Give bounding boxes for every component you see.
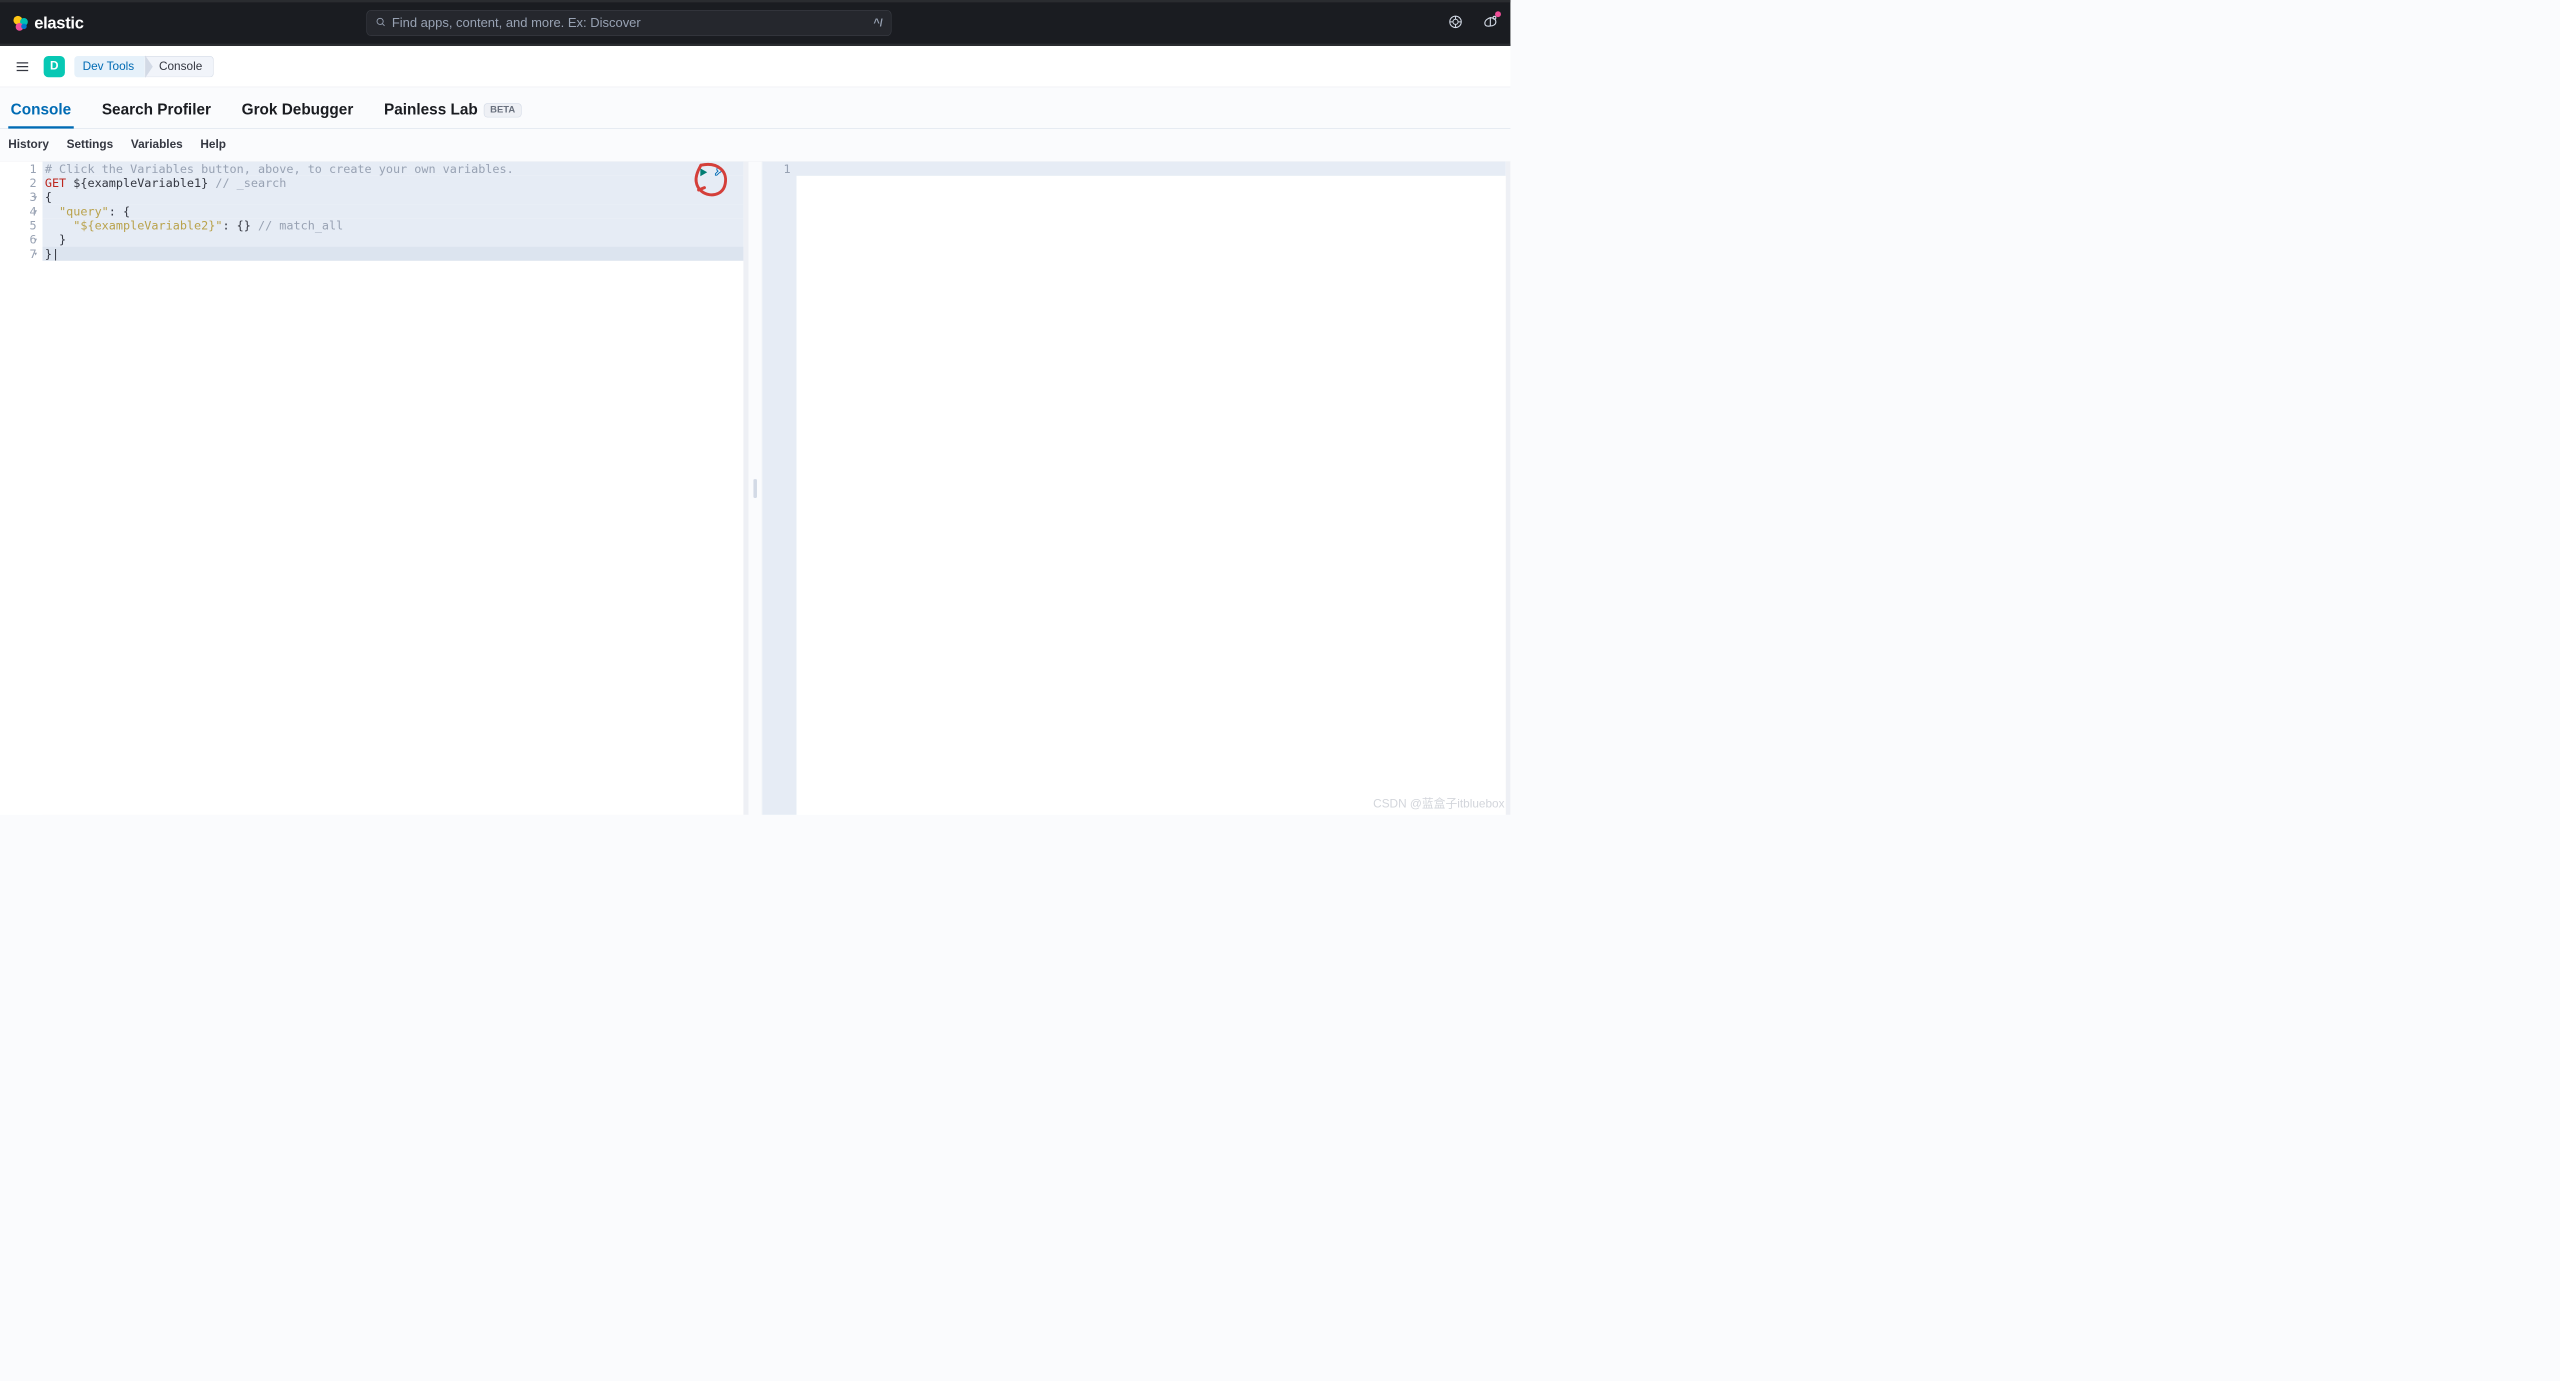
help-icon[interactable] [1448,14,1463,32]
console-toolbar: History Settings Variables Help [0,129,1510,162]
global-search[interactable]: Find apps, content, and more. Ex: Discov… [366,10,891,36]
breadcrumb: Dev Tools Console [74,56,213,77]
tab-label: Grok Debugger [242,100,354,118]
tab-console[interactable]: Console [8,100,73,128]
tab-label: Console [11,100,72,118]
elastic-logo-icon [12,14,30,32]
notification-badge [1495,11,1501,17]
pane-resize-handle[interactable] [748,162,762,815]
request-options-button[interactable] [714,166,726,181]
console-editor-wrap: 1234567 # Click the Variables button, ab… [0,162,1510,815]
line-gutter: 1234567 [0,162,42,815]
space-letter: D [50,60,59,74]
tab-label: Search Profiler [102,100,211,118]
request-pane: 1234567 # Click the Variables button, ab… [0,162,748,815]
space-avatar[interactable]: D [44,56,65,77]
search-placeholder: Find apps, content, and more. Ex: Discov… [392,15,868,30]
nav-toggle-button[interactable] [11,55,35,79]
tab-grok-debugger[interactable]: Grok Debugger [239,100,355,128]
top-header: elastic Find apps, content, and more. Ex… [0,0,1510,46]
toolbar-variables[interactable]: Variables [131,138,183,152]
toolbar-help[interactable]: Help [200,138,226,152]
toolbar-history[interactable]: History [8,138,49,152]
brand-logo[interactable]: elastic [12,14,84,33]
search-kbd-hint: ^/ [874,17,883,29]
newsfeed-icon[interactable] [1482,13,1499,32]
tab-painless-lab[interactable]: Painless Lab BETA [382,100,524,128]
beta-badge: BETA [484,103,522,117]
breadcrumb-bar: D Dev Tools Console [0,46,1510,87]
send-request-button[interactable] [697,166,709,181]
breadcrumb-item-devtools[interactable]: Dev Tools [74,56,144,77]
tab-search-profiler[interactable]: Search Profiler [99,100,213,128]
tab-label: Painless Lab [384,100,478,118]
search-icon [375,16,386,30]
brand-name: elastic [34,14,83,33]
response-pane: 1 [762,162,1510,815]
request-editor[interactable]: # Click the Variables button, above, to … [42,162,743,815]
header-actions [1448,13,1499,32]
breadcrumb-item-console: Console [145,56,214,77]
devtools-tabs: Console Search Profiler Grok Debugger Pa… [0,87,1510,128]
request-actions [697,166,725,181]
watermark: CSDN @蓝盒子itbluebox [1373,794,1504,811]
toolbar-settings[interactable]: Settings [67,138,114,152]
line-gutter: 1 [762,162,796,815]
scrollbar[interactable] [1506,162,1511,815]
response-viewer[interactable] [796,162,1505,815]
scrollbar[interactable] [743,162,748,815]
